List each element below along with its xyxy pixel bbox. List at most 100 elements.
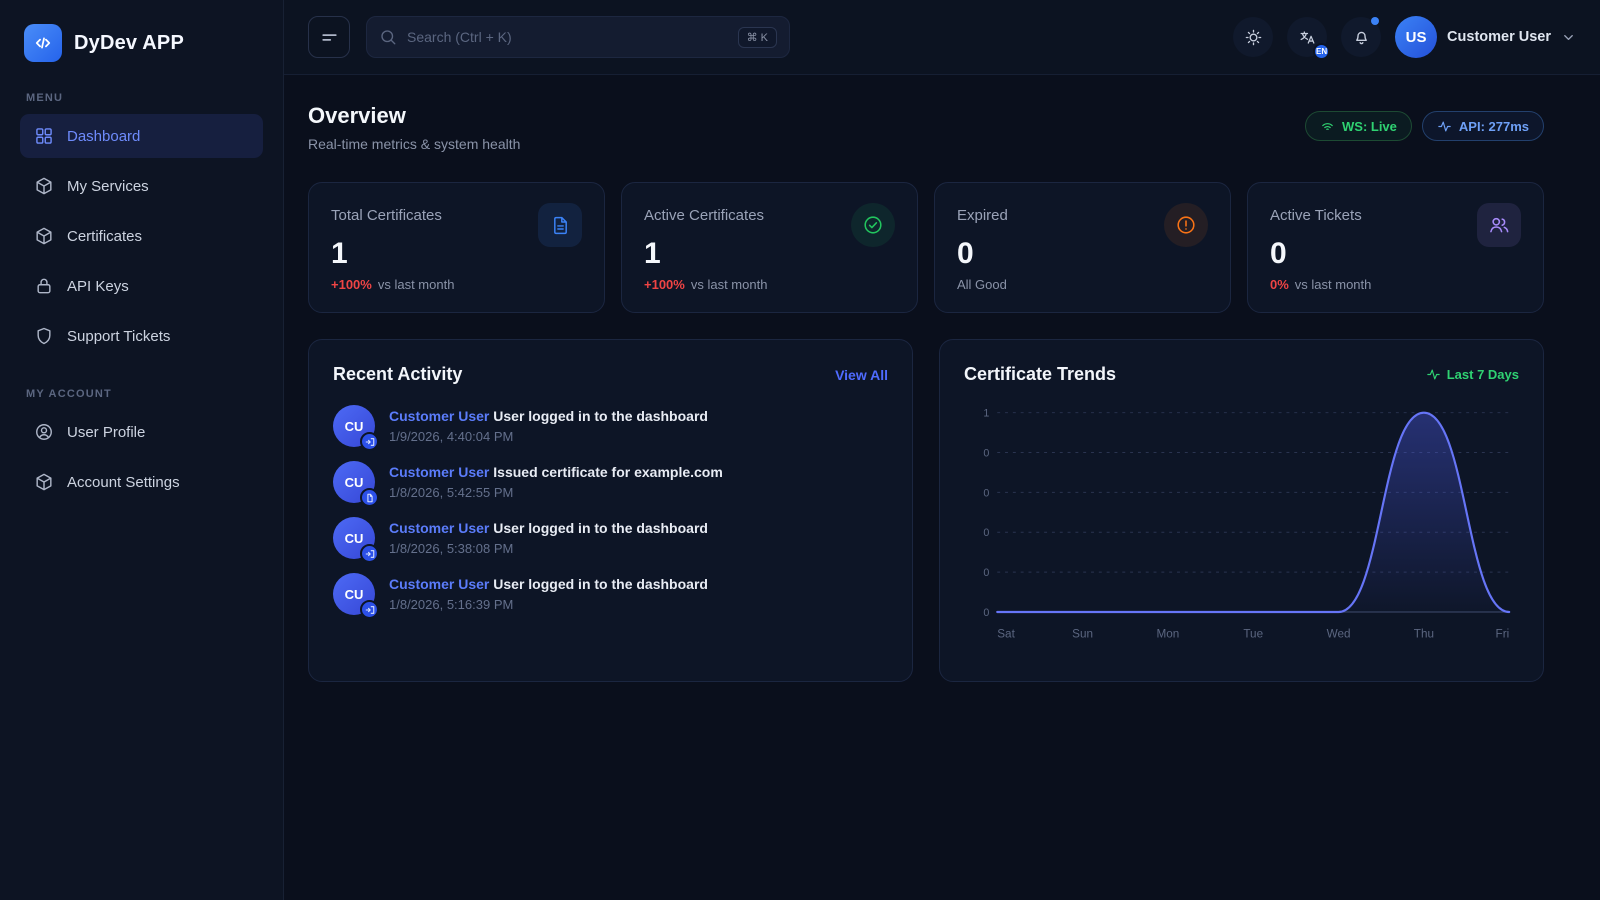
account-nav: User Profile Account Settings <box>20 410 263 504</box>
ws-status-label: WS: Live <box>1342 119 1397 134</box>
sidebar-item-user-profile[interactable]: User Profile <box>20 410 263 454</box>
app-root: DyDev APP MENU Dashboard My Services Ce <box>0 0 1600 900</box>
activity-action: User logged in to the dashboard <box>493 576 708 592</box>
activity-action: User logged in to the dashboard <box>493 520 708 536</box>
status-pills: WS: Live API: 277ms <box>1305 111 1544 141</box>
activity-list: CU Customer User User logged in to the d… <box>333 405 888 615</box>
user-menu[interactable]: US Customer User <box>1395 16 1576 58</box>
grid-icon <box>34 126 54 146</box>
stat-label: Active Certificates <box>644 203 764 224</box>
certificate-trends-card: Certificate Trends Last 7 Days <box>939 339 1544 682</box>
stats-row: Total Certificates 1 +100% vs last month… <box>308 182 1544 313</box>
svg-text:Wed: Wed <box>1327 627 1351 640</box>
svg-text:0: 0 <box>983 527 989 539</box>
api-status-badge[interactable]: API: 277ms <box>1422 111 1544 141</box>
shield-icon <box>34 326 54 346</box>
activity-user: Customer User <box>389 576 489 592</box>
user-circle-icon <box>34 422 54 442</box>
chevron-down-icon <box>1561 30 1576 45</box>
activity-time: 1/8/2026, 5:42:55 PM <box>389 485 723 500</box>
svg-text:Tue: Tue <box>1243 627 1263 640</box>
login-icon <box>360 600 379 619</box>
search-input[interactable] <box>407 29 728 45</box>
avatar-initials: CU <box>345 531 364 546</box>
stat-card-active-certificates: Active Certificates 1 +100% vs last mont… <box>621 182 918 313</box>
sidebar-item-support-tickets[interactable]: Support Tickets <box>20 314 263 358</box>
code-logo-icon <box>24 24 62 62</box>
svg-text:1: 1 <box>983 408 989 420</box>
theme-toggle-button[interactable] <box>1233 17 1273 57</box>
account-section-label: MY ACCOUNT <box>26 388 257 400</box>
page-subtitle: Real-time metrics & system health <box>308 136 520 152</box>
notification-dot <box>1371 17 1379 25</box>
menu-toggle-button[interactable] <box>308 16 350 58</box>
notifications-button[interactable] <box>1341 17 1381 57</box>
sidebar-item-dashboard[interactable]: Dashboard <box>20 114 263 158</box>
activity-action: Issued certificate for example.com <box>493 464 723 480</box>
activity-time: 1/9/2026, 4:40:04 PM <box>389 429 708 444</box>
trend-chart: 100000SatSunMonTueWedThuFri <box>964 399 1519 645</box>
stat-delta-suffix: All Good <box>957 277 1007 292</box>
login-icon <box>360 544 379 563</box>
menu-section-label: MENU <box>26 92 257 104</box>
svg-text:Thu: Thu <box>1414 627 1434 640</box>
hamburger-icon <box>320 28 339 47</box>
activity-item[interactable]: CU Customer User User logged in to the d… <box>333 517 888 559</box>
activity-user: Customer User <box>389 408 489 424</box>
cube-icon <box>34 226 54 246</box>
recent-activity-title: Recent Activity <box>333 364 462 385</box>
pulse-icon <box>1437 119 1452 134</box>
stat-value: 1 <box>644 237 895 271</box>
stat-label: Active Tickets <box>1270 203 1362 224</box>
panels-row: Recent Activity View All CU <box>308 339 1544 682</box>
sun-icon <box>1244 28 1263 47</box>
activity-item[interactable]: CU Customer User User logged in to the d… <box>333 405 888 447</box>
page-title: Overview <box>308 103 520 129</box>
avatar: CU <box>333 573 375 615</box>
stat-delta: +100% <box>644 277 685 292</box>
topbar: ⌘ K EN <box>284 0 1600 75</box>
trends-title: Certificate Trends <box>964 364 1116 385</box>
svg-text:0: 0 <box>983 607 989 619</box>
svg-text:Sat: Sat <box>997 627 1015 640</box>
svg-text:0: 0 <box>983 447 989 459</box>
stat-label: Total Certificates <box>331 203 442 224</box>
app-title: DyDev APP <box>74 32 184 55</box>
sidebar-item-label: Support Tickets <box>67 328 170 345</box>
avatar-initials: CU <box>345 419 364 434</box>
avatar-initials: CU <box>345 587 364 602</box>
activity-user: Customer User <box>389 520 489 536</box>
stat-delta-suffix: vs last month <box>1295 277 1372 292</box>
sidebar: DyDev APP MENU Dashboard My Services Ce <box>0 0 284 900</box>
main-area: ⌘ K EN <box>284 0 1600 900</box>
activity-item[interactable]: CU Customer User Issued certificate for … <box>333 461 888 503</box>
sidebar-item-label: Account Settings <box>67 474 180 491</box>
sidebar-item-label: My Services <box>67 178 149 195</box>
activity-item[interactable]: CU Customer User User logged in to the d… <box>333 573 888 615</box>
sidebar-item-api-keys[interactable]: API Keys <box>20 264 263 308</box>
avatar-initials: CU <box>345 475 364 490</box>
svg-text:Sun: Sun <box>1072 627 1093 640</box>
avatar: CU <box>333 517 375 559</box>
view-all-link[interactable]: View All <box>835 367 888 383</box>
avatar: US <box>1395 16 1437 58</box>
stat-delta-suffix: vs last month <box>691 277 768 292</box>
activity-action: User logged in to the dashboard <box>493 408 708 424</box>
user-name: Customer User <box>1447 29 1551 45</box>
sidebar-item-label: Dashboard <box>67 128 140 145</box>
activity-time: 1/8/2026, 5:38:08 PM <box>389 541 708 556</box>
lock-icon <box>34 276 54 296</box>
search-icon <box>379 28 397 46</box>
stat-card-active-tickets: Active Tickets 0 0% vs last month <box>1247 182 1544 313</box>
language-badge: EN <box>1313 43 1330 60</box>
sidebar-item-certificates[interactable]: Certificates <box>20 214 263 258</box>
search-box[interactable]: ⌘ K <box>366 16 790 58</box>
sidebar-item-account-settings[interactable]: Account Settings <box>20 460 263 504</box>
language-button[interactable]: EN <box>1287 17 1327 57</box>
app-logo[interactable]: DyDev APP <box>20 24 263 62</box>
ws-status-badge[interactable]: WS: Live <box>1305 111 1412 141</box>
main-nav: Dashboard My Services Certificates API K… <box>20 114 263 358</box>
stat-value: 1 <box>331 237 582 271</box>
sidebar-item-my-services[interactable]: My Services <box>20 164 263 208</box>
activity-time: 1/8/2026, 5:16:39 PM <box>389 597 708 612</box>
